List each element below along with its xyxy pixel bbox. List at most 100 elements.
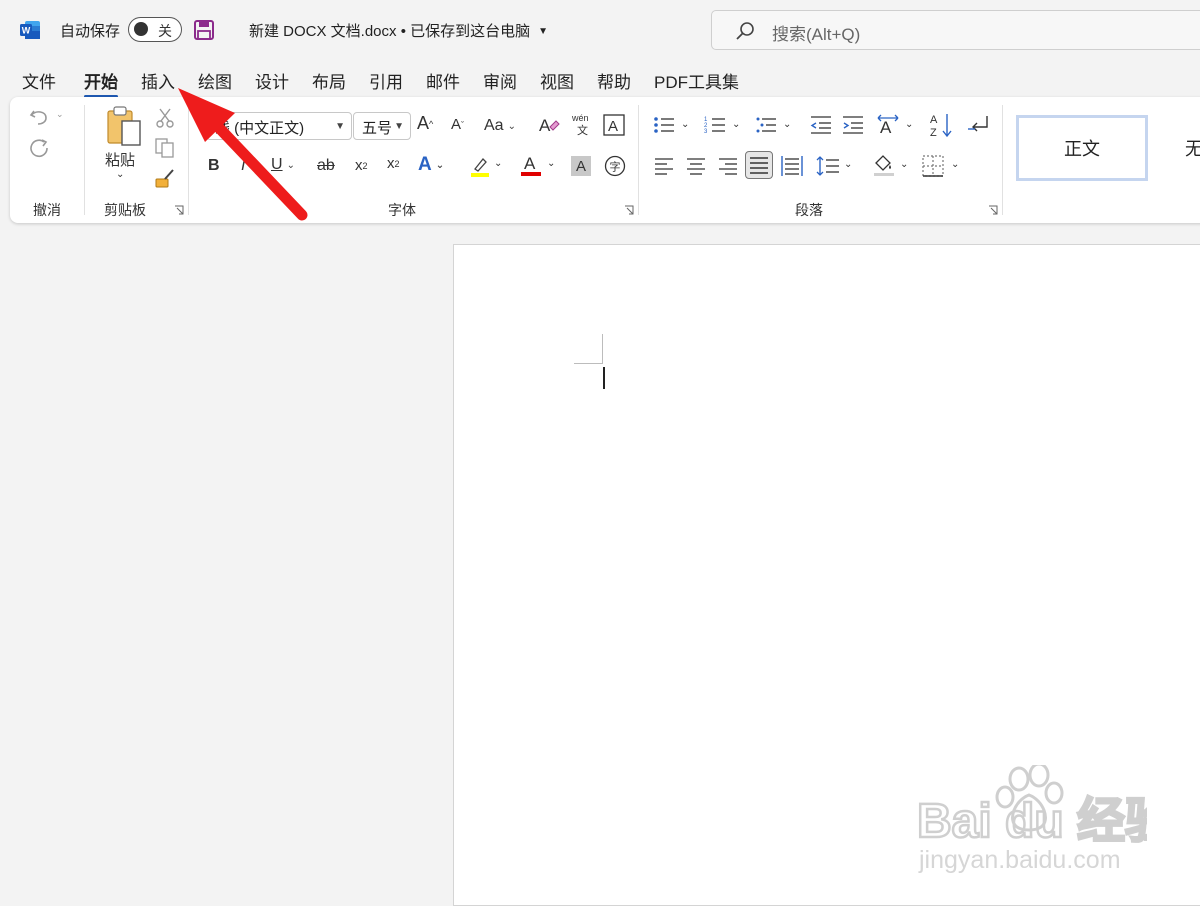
asian-layout-icon[interactable]: A bbox=[876, 113, 900, 137]
tab-view[interactable]: 视图 bbox=[540, 68, 574, 93]
character-shading-button[interactable]: A bbox=[571, 156, 591, 176]
justify-button[interactable] bbox=[745, 151, 773, 179]
chevron-down-icon[interactable]: ⌄ bbox=[951, 159, 959, 170]
document-title[interactable]: 新建 DOCX 文档.docx • 已保存到这台电脑 ▼ bbox=[249, 20, 548, 41]
chevron-down-icon: ⌄ bbox=[435, 159, 445, 171]
bold-button[interactable]: B bbox=[208, 157, 220, 175]
font-size-combo[interactable]: 五号 ▼ bbox=[353, 112, 411, 140]
chevron-down-icon[interactable]: ⌄ bbox=[732, 119, 740, 130]
cut-icon[interactable] bbox=[155, 107, 175, 129]
sort-icon[interactable]: AZ bbox=[929, 111, 953, 139]
align-left-icon[interactable] bbox=[653, 156, 675, 176]
distributed-icon[interactable] bbox=[780, 155, 804, 177]
chevron-down-icon: ⌄ bbox=[286, 159, 295, 171]
font-color-button[interactable]: A bbox=[520, 153, 542, 177]
autosave-label: 自动保存 bbox=[60, 23, 121, 40]
font-launcher-icon[interactable] bbox=[624, 205, 634, 215]
shrink-font-icon[interactable]: Aˇ bbox=[451, 116, 464, 133]
clear-formatting-icon[interactable]: A bbox=[538, 113, 560, 137]
line-spacing-icon[interactable] bbox=[816, 155, 840, 177]
font-color-icon: A bbox=[521, 154, 541, 176]
tab-file[interactable]: 文件 bbox=[22, 68, 56, 93]
style-normal-label: 正文 bbox=[1064, 139, 1100, 159]
character-border-icon[interactable]: A bbox=[603, 114, 625, 136]
svg-text:字: 字 bbox=[610, 160, 621, 174]
style-no-spacing[interactable]: 无 bbox=[1185, 135, 1200, 161]
search-placeholder: 搜索(Alt+Q) bbox=[772, 25, 861, 44]
chevron-down-icon[interactable]: ⌄ bbox=[681, 119, 689, 130]
baidu-jingyan-watermark: Bai du 经验 jingyan.baidu.com bbox=[917, 765, 1147, 874]
paste-dropdown-icon[interactable]: ⌄ bbox=[116, 169, 124, 180]
text-effects-button[interactable]: A ⌄ bbox=[418, 154, 444, 176]
highlight-dropdown-icon[interactable]: ⌄ bbox=[494, 158, 502, 169]
italic-button[interactable]: I bbox=[241, 157, 245, 175]
borders-icon[interactable] bbox=[922, 155, 944, 177]
grow-font-icon[interactable]: A ^ bbox=[417, 113, 433, 134]
separator bbox=[84, 105, 85, 215]
tab-draw[interactable]: 绘图 bbox=[198, 68, 232, 93]
margin-corner-horizontal bbox=[574, 363, 603, 364]
svg-text:W: W bbox=[22, 26, 31, 36]
style-normal[interactable]: 正文 bbox=[1016, 115, 1148, 181]
subscript-button[interactable]: x2 bbox=[355, 157, 368, 174]
save-icon[interactable] bbox=[193, 19, 215, 41]
align-right-icon[interactable] bbox=[717, 156, 739, 176]
undo-icon[interactable] bbox=[28, 105, 52, 129]
svg-text:3: 3 bbox=[704, 129, 708, 135]
multilevel-list-icon[interactable] bbox=[755, 115, 777, 135]
tab-pdf-tools[interactable]: PDF工具集 bbox=[654, 68, 739, 93]
chevron-down-icon: ▼ bbox=[394, 121, 404, 132]
font-name-combo[interactable]: 线 (中文正文) ▼ bbox=[206, 112, 352, 140]
clipboard-launcher-icon[interactable] bbox=[174, 205, 184, 215]
word-icon[interactable]: W bbox=[19, 19, 41, 41]
tab-mailings[interactable]: 邮件 bbox=[426, 68, 460, 93]
margin-corner-vertical bbox=[602, 334, 603, 364]
paste-label[interactable]: 粘贴 bbox=[105, 149, 135, 170]
highlighter-icon bbox=[471, 158, 489, 177]
tab-insert[interactable]: 插入 bbox=[141, 68, 175, 93]
decrease-indent-icon[interactable] bbox=[810, 115, 832, 135]
tab-layout[interactable]: 布局 bbox=[312, 68, 346, 93]
align-center-icon[interactable] bbox=[685, 156, 707, 176]
change-case-button[interactable]: Aa ⌄ bbox=[484, 117, 516, 135]
group-label-paragraph: 段落 bbox=[795, 202, 823, 218]
tab-references[interactable]: 引用 bbox=[369, 68, 403, 93]
font-color-dropdown-icon[interactable]: ⌄ bbox=[547, 158, 555, 169]
chevron-down-icon[interactable]: ⌄ bbox=[900, 159, 908, 170]
shading-icon[interactable] bbox=[872, 153, 896, 177]
autosave-toggle[interactable]: 关 bbox=[128, 17, 182, 42]
separator bbox=[188, 105, 189, 215]
copy-icon[interactable] bbox=[154, 137, 176, 159]
superscript-button[interactable]: x2 bbox=[387, 155, 400, 172]
title-bar: W 自动保存 关 新建 DOCX 文档.docx • 已保存到这台电脑 ▼ 搜索(… bbox=[0, 0, 1200, 60]
tab-help[interactable]: 帮助 bbox=[597, 68, 631, 93]
search-box[interactable]: 搜索(Alt+Q) bbox=[711, 10, 1200, 50]
svg-text:A: A bbox=[930, 114, 938, 126]
undo-dropdown-icon[interactable]: ⌄ bbox=[56, 109, 64, 120]
separator bbox=[638, 105, 639, 215]
chevron-down-icon[interactable]: ⌄ bbox=[905, 119, 913, 130]
numbering-icon[interactable]: 123 bbox=[704, 115, 726, 135]
chevron-down-icon[interactable]: ⌄ bbox=[783, 119, 791, 130]
phonetic-guide-icon[interactable]: wén 文 bbox=[570, 111, 596, 139]
enclose-character-icon[interactable]: 字 bbox=[604, 155, 626, 177]
increase-indent-icon[interactable] bbox=[842, 115, 864, 135]
underline-button[interactable]: U ⌄ bbox=[271, 156, 295, 174]
chevron-down-icon[interactable]: ⌄ bbox=[844, 159, 852, 170]
tab-review[interactable]: 审阅 bbox=[483, 68, 517, 93]
watermark-url: jingyan.baidu.com bbox=[918, 846, 1121, 874]
svg-text:A: A bbox=[539, 116, 551, 135]
tab-home[interactable]: 开始 bbox=[84, 68, 118, 98]
paste-icon[interactable] bbox=[104, 105, 144, 149]
paragraph-launcher-icon[interactable] bbox=[988, 205, 998, 215]
format-painter-icon[interactable] bbox=[153, 167, 177, 191]
strikethrough-button[interactable]: ab bbox=[317, 157, 335, 175]
tab-design[interactable]: 设计 bbox=[255, 68, 289, 93]
group-label-undo: 撤消 bbox=[33, 202, 61, 218]
svg-text:wén: wén bbox=[571, 113, 589, 123]
font-size-value: 五号 bbox=[362, 120, 393, 137]
bullets-icon[interactable] bbox=[653, 115, 675, 135]
show-formatting-marks-icon[interactable] bbox=[966, 113, 990, 137]
redo-icon[interactable] bbox=[28, 137, 52, 161]
highlight-color-button[interactable] bbox=[469, 155, 491, 177]
